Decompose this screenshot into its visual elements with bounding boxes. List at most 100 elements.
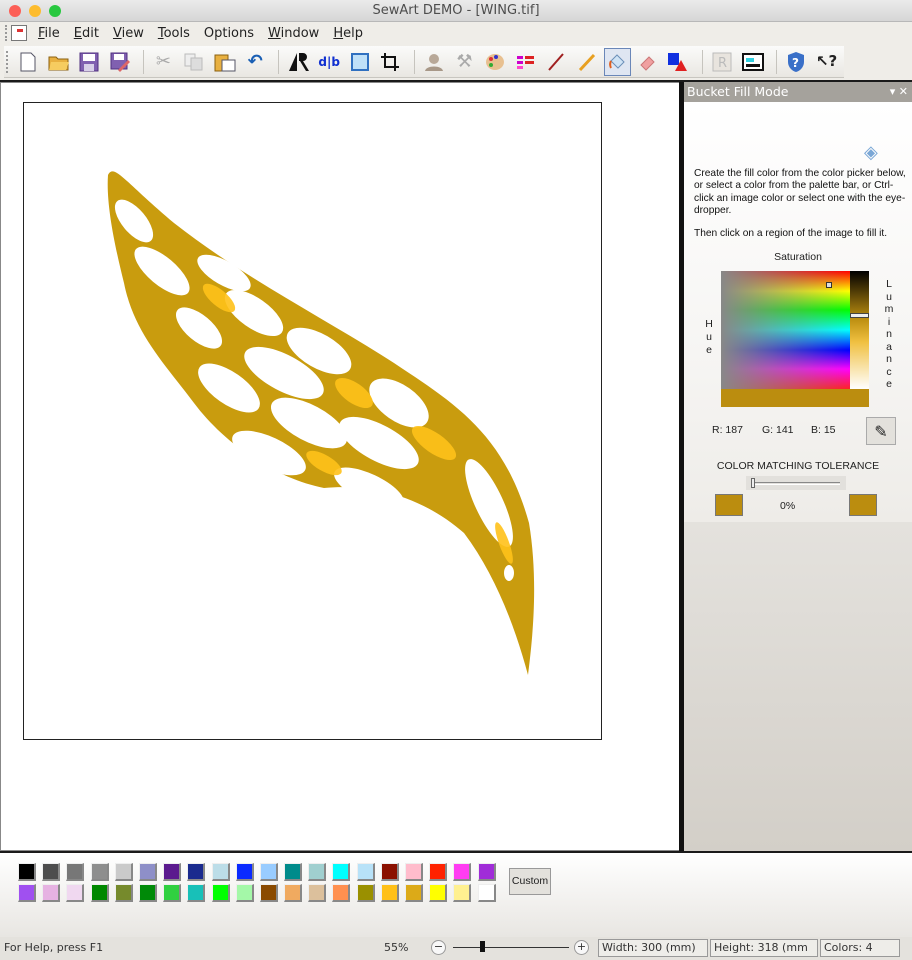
palette-swatch[interactable] bbox=[163, 884, 182, 902]
panel-controls[interactable]: ▾ ✕ bbox=[890, 82, 908, 102]
palette-swatch[interactable] bbox=[332, 884, 351, 902]
minimize-window-button[interactable] bbox=[29, 5, 41, 17]
palette-swatch[interactable] bbox=[42, 863, 61, 881]
palette-swatch[interactable] bbox=[163, 863, 182, 881]
saturation-label: Saturation bbox=[774, 251, 822, 263]
sew-machine-icon[interactable] bbox=[739, 48, 766, 76]
copy-icon[interactable] bbox=[181, 48, 208, 76]
palette-swatch[interactable] bbox=[138, 884, 157, 902]
palette-swatch[interactable] bbox=[90, 884, 109, 902]
palette-swatch[interactable] bbox=[429, 884, 448, 902]
color-list-icon[interactable] bbox=[512, 48, 539, 76]
close-window-button[interactable] bbox=[9, 5, 21, 17]
palette-swatch[interactable] bbox=[259, 863, 278, 881]
palette-swatch[interactable] bbox=[211, 884, 230, 902]
picker-marker[interactable] bbox=[826, 282, 832, 288]
select-region-icon[interactable] bbox=[346, 48, 373, 76]
menu-help[interactable]: Help bbox=[326, 26, 370, 41]
palette-swatch[interactable] bbox=[453, 884, 472, 902]
r-button-icon[interactable]: R bbox=[709, 48, 736, 76]
palette-swatch[interactable] bbox=[259, 884, 278, 902]
instruction-1: Create the fill color from the color pic… bbox=[694, 168, 906, 217]
palette-swatch[interactable] bbox=[332, 863, 351, 881]
cut-icon[interactable]: ✂ bbox=[150, 48, 177, 76]
palette-swatch[interactable] bbox=[308, 884, 327, 902]
luminance-slider[interactable] bbox=[850, 271, 869, 389]
eraser-icon[interactable] bbox=[635, 48, 662, 76]
palette-swatch[interactable] bbox=[380, 884, 399, 902]
green-value: G: 141 bbox=[762, 424, 794, 436]
palette-swatch[interactable] bbox=[66, 884, 85, 902]
palette-swatch[interactable] bbox=[211, 863, 230, 881]
palette-swatch[interactable] bbox=[114, 884, 133, 902]
zoom-percent: 55% bbox=[384, 941, 409, 954]
palette-swatch[interactable] bbox=[405, 863, 423, 881]
palette-swatch[interactable] bbox=[66, 863, 85, 881]
zoom-window-button[interactable] bbox=[49, 5, 61, 17]
palette-swatch[interactable] bbox=[356, 884, 375, 902]
menu-file[interactable]: File bbox=[31, 26, 67, 41]
palette-swatch[interactable] bbox=[138, 863, 157, 881]
mirror-icon[interactable] bbox=[285, 48, 312, 76]
portrait-icon[interactable] bbox=[421, 48, 448, 76]
undo-icon[interactable]: ↶ bbox=[242, 48, 269, 76]
palette-swatch[interactable] bbox=[477, 884, 496, 902]
zoom-slider[interactable] bbox=[453, 947, 569, 948]
paste-icon[interactable] bbox=[211, 48, 238, 76]
luminance-thumb[interactable] bbox=[850, 313, 869, 318]
image-canvas[interactable] bbox=[0, 82, 681, 851]
menu-tools[interactable]: Tools bbox=[151, 26, 197, 41]
palette-swatch[interactable] bbox=[42, 884, 61, 902]
palette-swatch[interactable] bbox=[187, 863, 206, 881]
bucket-fill-icon[interactable] bbox=[603, 47, 631, 76]
svg-text:?: ? bbox=[792, 56, 799, 70]
palette-swatch[interactable] bbox=[187, 884, 206, 902]
save-icon[interactable] bbox=[76, 48, 103, 76]
palette-swatch[interactable] bbox=[429, 863, 448, 881]
open-folder-icon[interactable] bbox=[46, 48, 73, 76]
zoom-thumb[interactable] bbox=[479, 941, 485, 952]
tolerance-slider[interactable] bbox=[746, 476, 846, 490]
palette-swatch[interactable] bbox=[90, 863, 109, 881]
pencil-icon[interactable] bbox=[573, 48, 600, 76]
flip-icon[interactable]: d|b bbox=[316, 48, 343, 76]
shapes-icon[interactable] bbox=[665, 48, 692, 76]
eye-dropper-button[interactable]: ✎ bbox=[866, 417, 896, 445]
menu-edit[interactable]: Edit bbox=[67, 26, 106, 41]
document-icon[interactable] bbox=[11, 25, 27, 41]
palette-swatch[interactable] bbox=[284, 884, 303, 902]
menu-view[interactable]: View bbox=[106, 26, 151, 41]
crop-icon[interactable] bbox=[377, 48, 404, 76]
hue-saturation-picker[interactable] bbox=[721, 271, 850, 389]
wing-image[interactable] bbox=[24, 103, 601, 739]
tolerance-thumb[interactable] bbox=[751, 478, 755, 488]
custom-color-button[interactable]: Custom bbox=[509, 868, 551, 895]
palette-swatch[interactable] bbox=[477, 863, 496, 881]
help-shield-icon[interactable]: ? bbox=[783, 48, 810, 76]
menu-options[interactable]: Options bbox=[197, 26, 261, 41]
menu-window[interactable]: Window bbox=[261, 26, 326, 41]
magic-wand-icon[interactable]: ⚒ bbox=[451, 48, 478, 76]
toolbar-grip[interactable] bbox=[6, 50, 9, 73]
palette-swatch[interactable] bbox=[453, 863, 472, 881]
palette-swatch[interactable] bbox=[235, 863, 254, 881]
palette-swatch[interactable] bbox=[18, 863, 36, 881]
menu-grip[interactable] bbox=[5, 25, 8, 41]
palette-swatch[interactable] bbox=[356, 863, 375, 881]
palette-swatch[interactable] bbox=[380, 863, 399, 881]
save-as-icon[interactable] bbox=[107, 48, 134, 76]
zoom-out-button[interactable]: − bbox=[431, 940, 446, 955]
palette-swatch[interactable] bbox=[405, 884, 423, 902]
status-help-text: For Help, press F1 bbox=[4, 941, 104, 954]
palette-swatch[interactable] bbox=[284, 863, 303, 881]
palette-swatch[interactable] bbox=[235, 884, 254, 902]
document-page[interactable] bbox=[23, 102, 602, 740]
zoom-in-button[interactable]: + bbox=[574, 940, 589, 955]
palette-icon[interactable] bbox=[482, 48, 509, 76]
palette-swatch[interactable] bbox=[308, 863, 327, 881]
palette-swatch[interactable] bbox=[114, 863, 133, 881]
context-help-icon[interactable]: ↖? bbox=[813, 48, 840, 76]
paintbrush-icon[interactable] bbox=[543, 48, 570, 76]
new-document-icon[interactable] bbox=[15, 48, 42, 76]
palette-swatch[interactable] bbox=[18, 884, 36, 902]
